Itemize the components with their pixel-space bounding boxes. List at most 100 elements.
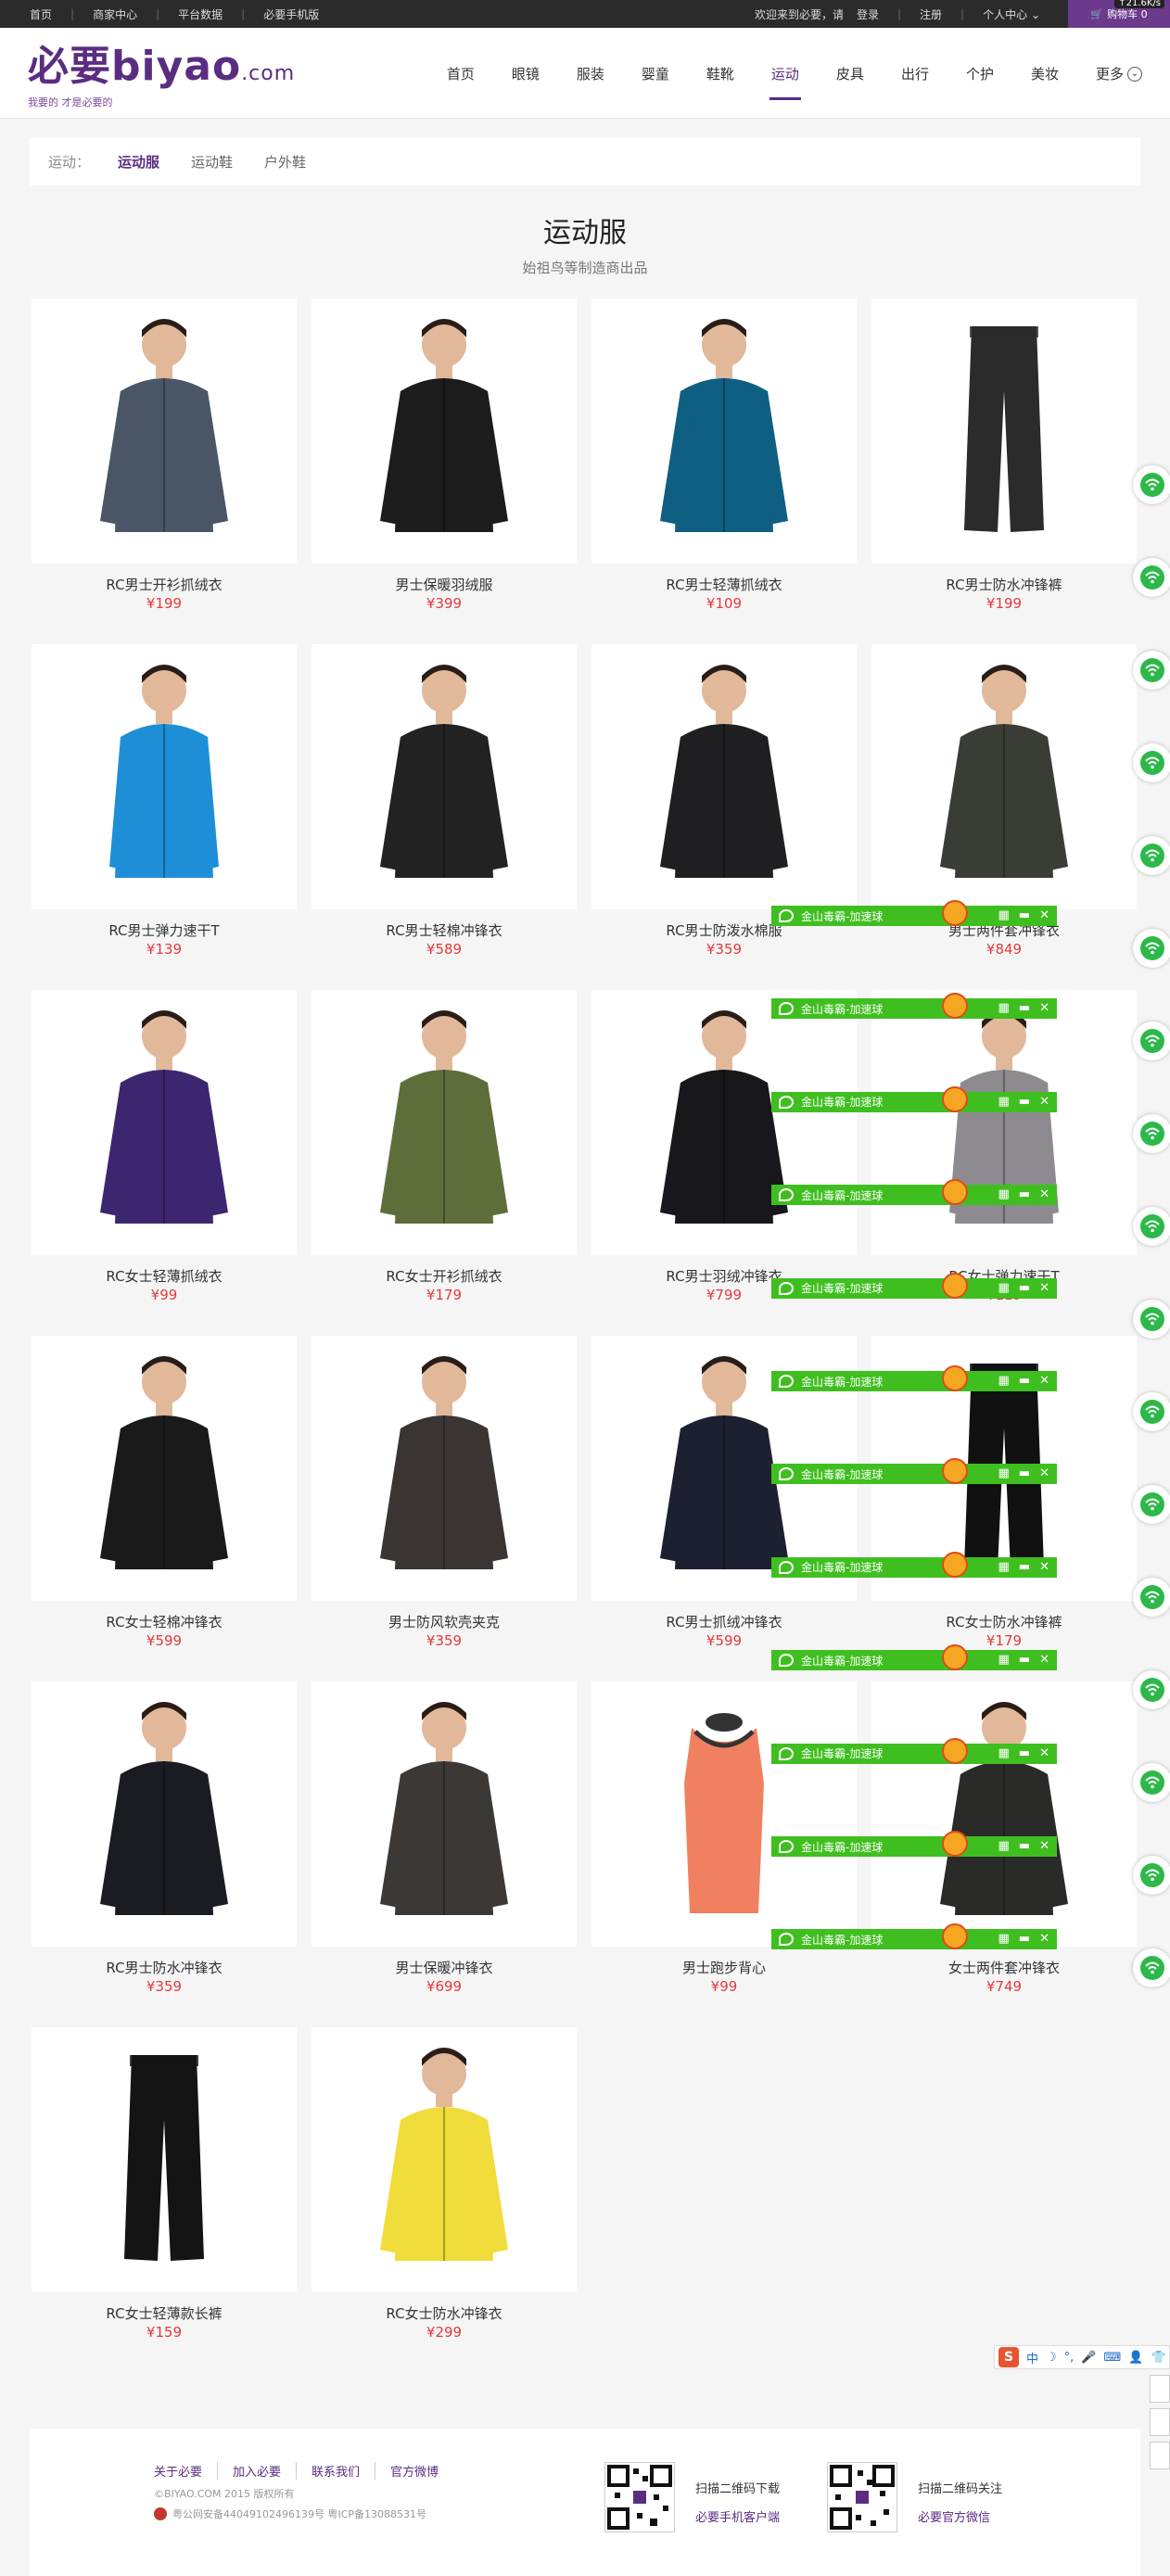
product-name[interactable]: 女士两件套冲锋衣 [871,1958,1137,1977]
user-icon[interactable]: 👤 [1128,2351,1143,2365]
qr-side-widget[interactable] [1150,2408,1170,2436]
accelerator-ball-icon[interactable] [942,1085,968,1112]
wifi-float-button[interactable] [1133,558,1170,597]
wifi-float-button[interactable] [1133,1948,1170,1987]
grid-icon[interactable]: ▦ [998,1374,1010,1388]
footer-link-contact[interactable]: 联系我们 [296,2462,375,2480]
product-image[interactable] [591,1681,857,1947]
kingsoft-accelerator-bar[interactable]: 金山毒霸-加速球 ▦ ▬ ✕ [771,1085,1057,1112]
ime-mode-icon[interactable]: 中 [1026,2349,1038,2367]
qr-app-line2[interactable]: 必要手机客户端 [695,2507,780,2525]
close-icon[interactable]: ✕ [1039,1095,1049,1109]
grid-icon[interactable]: ▦ [998,1560,1010,1574]
kingsoft-accelerator-bar[interactable]: 金山毒霸-加速球 ▦ ▬ ✕ [771,1831,1057,1857]
close-icon[interactable]: ✕ [1039,1374,1049,1388]
nav-item-travel[interactable]: 出行 [901,64,929,83]
wifi-float-button[interactable] [1133,929,1170,968]
wifi-float-button[interactable] [1133,1207,1170,1246]
product-card[interactable]: RC女士防水冲锋衣 ¥299 [312,2027,577,2352]
nav-item-home[interactable]: 首页 [447,64,475,83]
chat-icon[interactable]: ▬ [1019,1001,1030,1015]
product-card[interactable]: RC女士开衫抓绒衣 ¥179 [312,990,577,1314]
nav-item-care[interactable]: 个护 [966,64,994,83]
chat-icon[interactable]: ▬ [1019,1746,1030,1760]
product-image[interactable] [32,298,297,564]
grid-icon[interactable]: ▦ [998,1466,1010,1480]
chat-icon[interactable]: ▬ [1019,1281,1030,1295]
product-image[interactable] [32,990,297,1255]
chat-icon[interactable]: ▬ [1019,1374,1030,1388]
product-image[interactable] [871,1681,1137,1947]
product-image[interactable] [591,990,857,1255]
qr-wechat-line2[interactable]: 必要官方微信 [918,2507,1002,2525]
accelerator-ball-icon[interactable] [942,900,968,926]
wifi-float-button[interactable] [1133,836,1170,875]
close-icon[interactable]: ✕ [1039,1560,1049,1574]
accelerator-ball-icon[interactable] [942,1551,968,1578]
product-name[interactable]: RC男士弹力速干T [32,920,297,940]
product-card[interactable]: RC男士羽绒冲锋衣 ¥799 [591,990,857,1314]
grid-icon[interactable]: ▦ [998,1001,1010,1015]
accelerator-ball-icon[interactable] [942,1923,968,1950]
product-image[interactable] [591,298,857,564]
kingsoft-accelerator-bar[interactable]: 金山毒霸-加速球 ▦ ▬ ✕ [771,1644,1057,1671]
cart-button[interactable]: ↑21.6K/s 🛒 购物车 0 [1068,0,1170,28]
close-icon[interactable]: ✕ [1039,1281,1049,1295]
site-logo[interactable]: 必要biyao.com 我要的 才是必要的 [28,44,295,109]
kingsoft-accelerator-bar[interactable]: 金山毒霸-加速球 ▦ ▬ ✕ [771,1272,1057,1299]
product-name[interactable]: RC男士轻薄抓绒衣 [591,575,857,594]
scroll-widget[interactable] [1150,2375,1170,2403]
kingsoft-accelerator-bar[interactable]: 金山毒霸-加速球 ▦ ▬ ✕ [771,1923,1057,1950]
accelerator-ball-icon[interactable] [942,993,968,1020]
product-image[interactable] [312,2027,577,2292]
kingsoft-accelerator-bar[interactable]: 金山毒霸-加速球 ▦ ▬ ✕ [771,1737,1057,1764]
product-image[interactable] [871,298,1137,564]
category-outdoor-shoes[interactable]: 户外鞋 [264,152,306,171]
product-name[interactable]: 男士跑步背心 [591,1958,857,1977]
product-card[interactable]: 男士防风软壳夹克 ¥359 [312,1336,577,1660]
product-card[interactable]: RC男士轻棉冲锋衣 ¥589 [312,644,577,969]
wifi-float-button[interactable] [1133,1670,1170,1709]
product-card[interactable]: RC男士轻薄抓绒衣 ¥109 [591,298,857,623]
product-name[interactable]: RC男士开衫抓绒衣 [32,575,297,594]
kingsoft-accelerator-bar[interactable]: 金山毒霸-加速球 ▦ ▬ ✕ [771,1365,1057,1391]
product-image[interactable] [32,2027,297,2292]
product-name[interactable]: RC男士防水冲锋裤 [871,575,1137,594]
wifi-float-button[interactable] [1133,743,1170,782]
top-link-data[interactable]: 平台数据 [159,6,241,22]
product-name[interactable]: RC女士防水冲锋裤 [871,1612,1137,1631]
nav-item-baby[interactable]: 婴童 [642,64,669,83]
login-link[interactable]: 登录 [847,6,888,22]
wifi-float-button[interactable] [1133,1114,1170,1153]
account-menu[interactable]: 个人中心 ⌄ [973,6,1049,22]
product-card[interactable]: 男士保暖冲锋衣 ¥699 [312,1681,577,2006]
wifi-float-button[interactable] [1133,1485,1170,1524]
product-image[interactable] [32,1336,297,1601]
product-image[interactable] [32,644,297,909]
product-card[interactable]: RC男士防水冲锋衣 ¥359 [32,1681,297,2006]
chat-icon[interactable]: ▬ [1019,1932,1030,1946]
grid-icon[interactable]: ▦ [998,1187,1010,1201]
product-image[interactable] [591,644,857,909]
grid-icon[interactable]: ▦ [998,1746,1010,1760]
grid-icon[interactable]: ▦ [998,1653,1010,1667]
close-icon[interactable]: ✕ [1039,1466,1049,1480]
top-link-home[interactable]: 首页 [30,6,70,22]
product-card[interactable]: RC女士弹力速干T ¥119 [871,990,1137,1314]
close-icon[interactable]: ✕ [1039,1187,1049,1201]
close-icon[interactable]: ✕ [1039,908,1049,922]
accelerator-ball-icon[interactable] [942,1831,968,1857]
product-image[interactable] [312,1336,577,1601]
punctuation-icon[interactable]: °, [1064,2351,1075,2365]
accelerator-ball-icon[interactable] [942,1458,968,1485]
product-name[interactable]: 男士防风软壳夹克 [312,1612,577,1631]
grid-icon[interactable]: ▦ [998,1281,1010,1295]
close-icon[interactable]: ✕ [1039,1839,1049,1853]
grid-icon[interactable]: ▦ [998,1839,1010,1853]
accelerator-ball-icon[interactable] [942,1365,968,1391]
product-card[interactable]: RC女士轻棉冲锋衣 ¥599 [32,1336,297,1660]
moon-icon[interactable]: ☽ [1046,2351,1057,2365]
grid-icon[interactable]: ▦ [998,1932,1010,1946]
wifi-float-button[interactable] [1133,1392,1170,1431]
product-image[interactable] [871,644,1137,909]
